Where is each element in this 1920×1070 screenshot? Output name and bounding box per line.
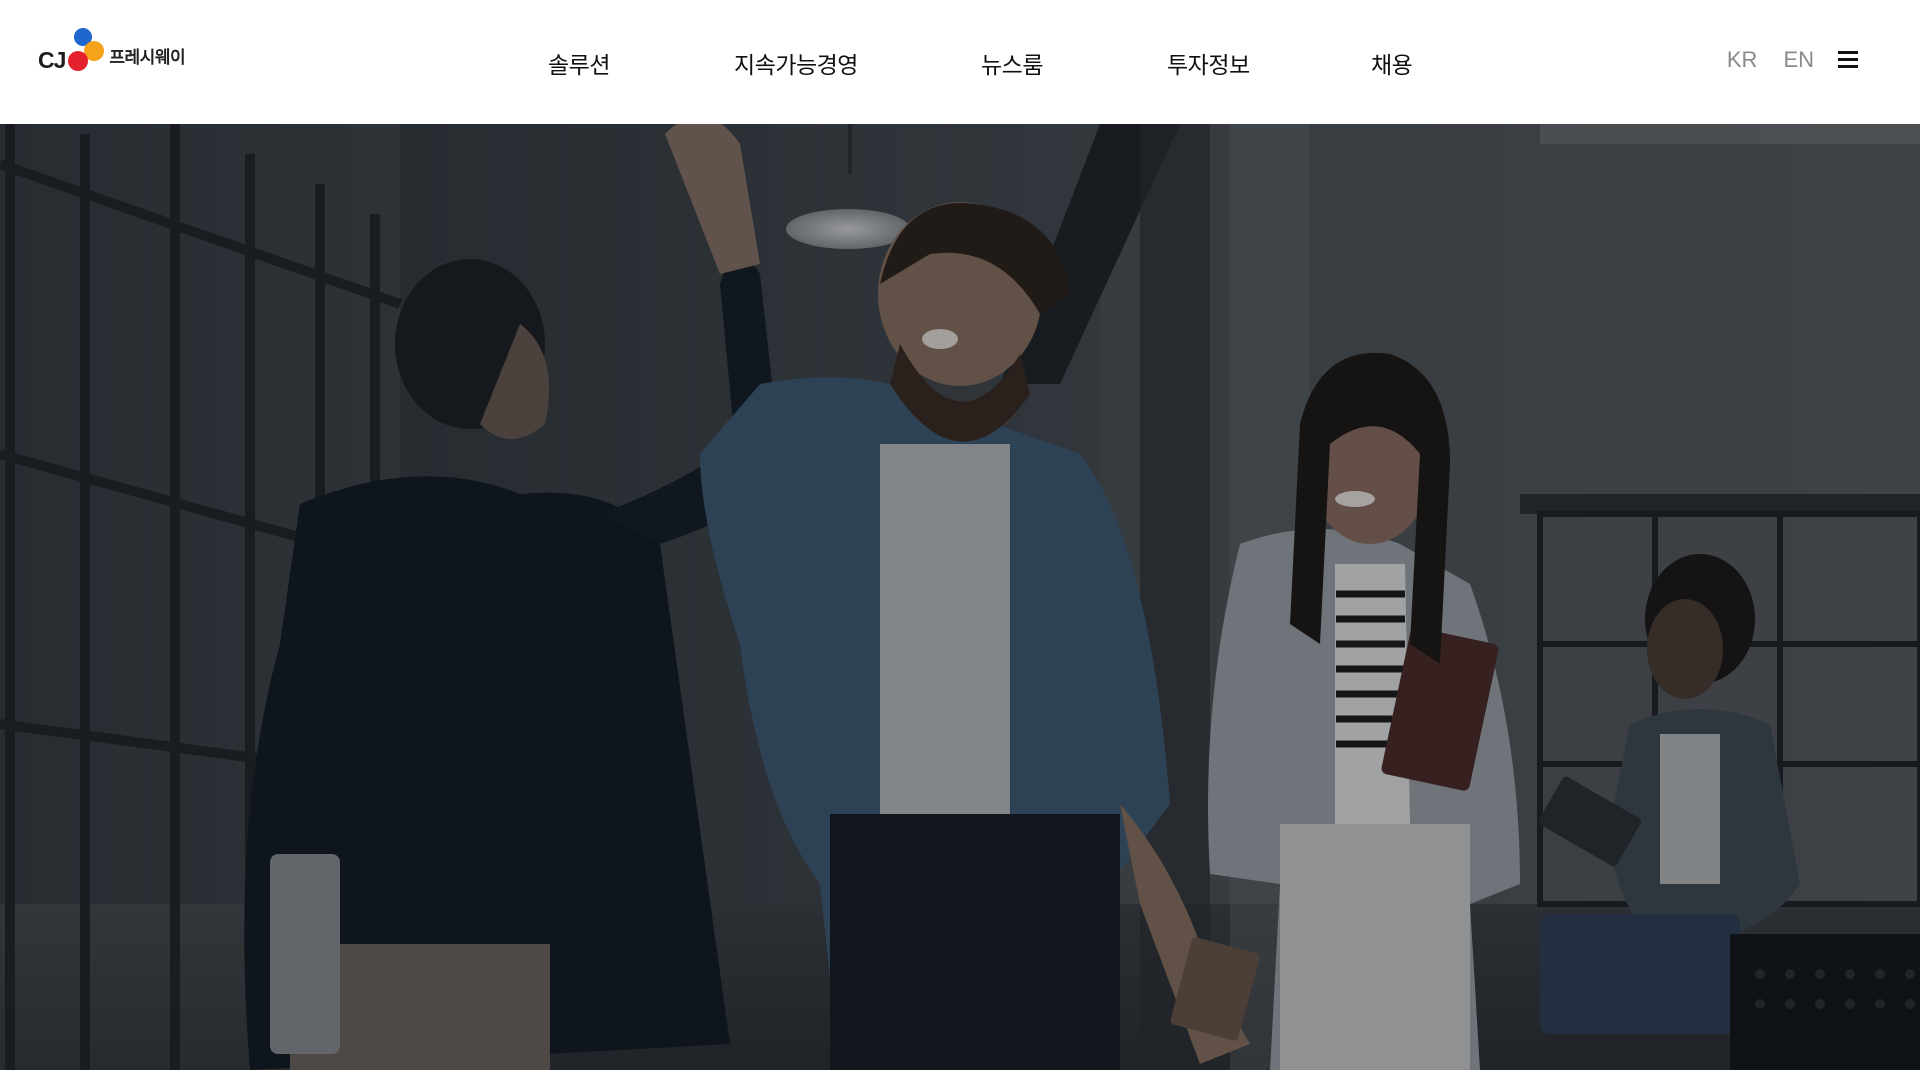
nav-item-investor-relations[interactable]: 투자정보 bbox=[1167, 46, 1250, 80]
hero-banner bbox=[0, 124, 1920, 1070]
nav-item-newsroom[interactable]: 뉴스룸 bbox=[981, 46, 1043, 80]
nav-item-solution[interactable]: 솔루션 bbox=[548, 46, 610, 80]
main-navigation: 솔루션 지속가능경영 뉴스룸 투자정보 채용 bbox=[0, 0, 1920, 124]
header-utility: KR EN bbox=[1727, 47, 1858, 73]
office-team-high-five-photo bbox=[0, 124, 1920, 1070]
nav-item-careers[interactable]: 채용 bbox=[1371, 46, 1413, 80]
hamburger-menu-icon[interactable] bbox=[1838, 50, 1858, 70]
language-kr-link[interactable]: KR bbox=[1727, 47, 1758, 73]
nav-item-sustainability[interactable]: 지속가능경영 bbox=[734, 46, 858, 80]
site-header: CJ 프레시웨이 솔루션 지속가능경영 뉴스룸 투자정보 채용 KR EN bbox=[0, 0, 1920, 124]
language-en-link[interactable]: EN bbox=[1783, 47, 1814, 73]
